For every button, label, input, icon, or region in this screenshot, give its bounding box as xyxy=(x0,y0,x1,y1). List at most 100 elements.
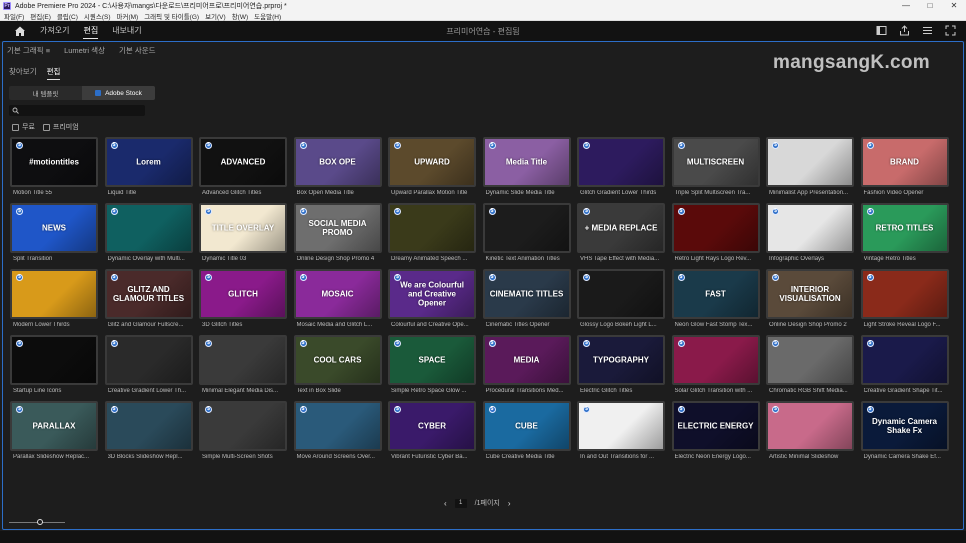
filter-free-checkbox[interactable] xyxy=(12,123,19,131)
template-thumbnail[interactable]: $ #motiontitles xyxy=(10,137,98,187)
template-thumbnail[interactable]: $ xyxy=(104,401,193,451)
template-thumbnail[interactable]: $ NEWS xyxy=(10,203,98,253)
template-thumbnail[interactable]: $ xyxy=(860,269,949,319)
template-card[interactable]: $ SPACE Simple Retro Space Glow ... xyxy=(387,335,477,401)
template-card[interactable]: $ Lorem Liquid Title xyxy=(104,137,194,203)
template-card[interactable]: $ GLITZ AND GLAMOUR TITLES Glitz and Glamo… xyxy=(104,269,194,335)
tab-import[interactable]: 가져오기 xyxy=(40,21,69,41)
template-card[interactable]: $ Glitch Gradient Lower Thirds xyxy=(576,137,666,203)
template-card[interactable]: $ Light Stroke Reveal Logo F... xyxy=(860,269,950,335)
template-thumbnail[interactable]: $ xyxy=(766,137,854,187)
share-icon[interactable] xyxy=(899,25,910,36)
template-card[interactable]: $ Minimalist App Presentation... xyxy=(765,137,855,203)
filter-premium[interactable]: 프리미엄 xyxy=(42,122,79,132)
template-card[interactable]: $ Chromatic RGB Shift Media... xyxy=(765,335,855,401)
minimize-icon[interactable]: — xyxy=(894,0,918,11)
filter-free[interactable]: 무료 xyxy=(12,122,35,132)
template-thumbnail[interactable]: $ PARALLAX xyxy=(10,401,98,451)
template-thumbnail[interactable]: $ ELECTRIC ENERGY xyxy=(671,401,760,451)
template-thumbnail[interactable]: $ TYPOGRAPHY xyxy=(577,335,665,385)
template-card[interactable]: $ GLITCH 3D Glitch Titles xyxy=(198,269,288,335)
template-card[interactable]: $ TYPOGRAPHY Electric Glitch Titles xyxy=(576,335,666,401)
template-card[interactable]: $ COOL CARS Text in Box Slide xyxy=(293,335,383,401)
template-thumbnail[interactable]: $ Media Title xyxy=(482,137,571,187)
template-thumbnail[interactable]: $ xyxy=(577,269,665,319)
template-card[interactable]: $ Kinetic Text Animation Titles xyxy=(482,203,572,269)
slider-handle[interactable] xyxy=(36,519,43,525)
template-card[interactable]: $ Dreamy Animated Speech ... xyxy=(387,203,477,269)
menu-sequence[interactable]: 시퀀스(S) xyxy=(84,11,111,21)
template-card[interactable]: $ Artistic Minimal Slideshow xyxy=(765,401,855,467)
template-card[interactable]: $ RETRO TITLES Vintage Retro Titles xyxy=(860,203,950,269)
template-thumbnail[interactable]: $ INTERIOR VISUALISATION xyxy=(766,269,854,319)
template-card[interactable]: $ + MEDIA REPLACE VHS Tape Effect with Med… xyxy=(576,203,666,269)
template-thumbnail[interactable]: $ xyxy=(766,401,854,451)
template-card[interactable]: $ SOCIAL MEDIA PROMO Online Design Shop Pr… xyxy=(293,203,383,269)
panel-menu-icon[interactable]: ≡ xyxy=(46,46,50,55)
template-card[interactable]: $ We are Colourful and Creative Opener Col… xyxy=(387,269,477,335)
tab-export[interactable]: 내보내기 xyxy=(112,21,141,41)
subtab-edit[interactable]: 편집 xyxy=(46,66,61,80)
template-thumbnail[interactable]: $ Lorem xyxy=(104,137,193,187)
template-card[interactable]: $ Modern Lower Thirds xyxy=(9,269,99,335)
template-card[interactable]: $ Simple Multi-Screen Shots xyxy=(198,401,288,467)
template-card[interactable]: $ ADVANCED Advanced Glitch Titles xyxy=(198,137,288,203)
template-card[interactable]: $ Minimal Elegant Media Dis... xyxy=(198,335,288,401)
template-thumbnail[interactable]: $ CINEMATIC TITLES xyxy=(482,269,571,319)
template-card[interactable]: $ Move Around Screens Over... xyxy=(293,401,383,467)
template-card[interactable]: $ MOSAIC Mosaic Media and Glitch L... xyxy=(293,269,383,335)
template-card[interactable]: $ BOX OPE Box Open Media Title xyxy=(293,137,383,203)
template-thumbnail[interactable]: $ xyxy=(671,335,760,385)
template-card[interactable]: $ UPWARD Upward Parallax Motion Title xyxy=(387,137,477,203)
maximize-icon[interactable]: □ xyxy=(918,0,942,11)
template-card[interactable]: $ Dynamic Overlay with Multi... xyxy=(104,203,194,269)
menu-graphics[interactable]: 그래픽 및 타이틀(G) xyxy=(144,11,199,21)
thumbnail-size-slider[interactable] xyxy=(9,518,65,526)
template-thumbnail[interactable]: $ xyxy=(766,335,854,385)
template-thumbnail[interactable]: $ xyxy=(577,401,665,451)
template-card[interactable]: $ MEDIA Procedural Transitions Med... xyxy=(482,335,572,401)
template-thumbnail[interactable]: $ RETRO TITLES xyxy=(860,203,949,253)
template-thumbnail[interactable]: $ BRAND xyxy=(860,137,949,187)
template-thumbnail[interactable]: $ xyxy=(10,335,98,385)
template-card[interactable]: $ Media Title Dynamic Slide Media Title xyxy=(482,137,572,203)
template-thumbnail[interactable]: $ xyxy=(199,401,287,451)
next-page-button[interactable]: › xyxy=(508,499,511,508)
template-thumbnail[interactable]: $ xyxy=(104,203,193,253)
template-thumbnail[interactable]: $ MULTISCREEN xyxy=(671,137,760,187)
template-thumbnail[interactable]: $ TITLE OVERLAY xyxy=(199,203,287,253)
template-thumbnail[interactable]: $ xyxy=(104,335,193,385)
template-thumbnail[interactable]: $ ADVANCED xyxy=(199,137,287,187)
page-number-input[interactable]: 1 xyxy=(454,498,467,508)
segment-adobe-stock[interactable]: Adobe Stock xyxy=(82,86,155,100)
template-thumbnail[interactable]: $ CYBER xyxy=(388,401,476,451)
template-thumbnail[interactable]: $ SOCIAL MEDIA PROMO xyxy=(293,203,382,253)
home-icon[interactable] xyxy=(14,25,26,37)
template-card[interactable]: $ TITLE OVERLAY Dynamic Title 03 xyxy=(198,203,288,269)
template-thumbnail[interactable]: $ BOX OPE xyxy=(293,137,382,187)
template-card[interactable]: $ MULTISCREEN Triple Split Multiscreen Tra… xyxy=(671,137,761,203)
template-card[interactable]: $ Retro Light Rays Logo Rev... xyxy=(671,203,761,269)
menu-marker[interactable]: 마커(M) xyxy=(116,11,138,21)
template-thumbnail[interactable]: $ xyxy=(577,137,665,187)
template-thumbnail[interactable]: $ UPWARD xyxy=(388,137,476,187)
template-thumbnail[interactable]: $ We are Colourful and Creative Opener xyxy=(388,269,476,319)
template-card[interactable]: $ Infographic Overlays xyxy=(765,203,855,269)
template-thumbnail[interactable]: $ xyxy=(293,401,382,451)
filter-premium-checkbox[interactable] xyxy=(42,123,50,131)
template-thumbnail[interactable]: $ GLITCH xyxy=(199,269,287,319)
template-thumbnail[interactable]: $ COOL CARS xyxy=(293,335,382,385)
tab-edit[interactable]: 편집 xyxy=(83,21,98,41)
tab-essential-graphics[interactable]: 기본 그래픽 ≡ xyxy=(7,45,50,56)
template-thumbnail[interactable]: $ xyxy=(388,203,476,253)
template-thumbnail[interactable]: $ xyxy=(482,203,571,253)
template-thumbnail[interactable]: $ GLITZ AND GLAMOUR TITLES xyxy=(104,269,193,319)
template-thumbnail[interactable]: $ xyxy=(860,335,949,385)
template-card[interactable]: $ FAST Neon Glow Fast Stomp Tex... xyxy=(671,269,761,335)
template-card[interactable]: $ CINEMATIC TITLES Cinematic Titles Opener xyxy=(482,269,572,335)
template-thumbnail[interactable]: $ xyxy=(671,203,760,253)
segment-my-templates[interactable]: 내 템플릿 xyxy=(9,86,82,100)
template-thumbnail[interactable]: $ CUBE xyxy=(482,401,571,451)
template-thumbnail[interactable]: $ MEDIA xyxy=(482,335,571,385)
template-card[interactable]: $ #motiontitles Motion Title 55 xyxy=(9,137,99,203)
